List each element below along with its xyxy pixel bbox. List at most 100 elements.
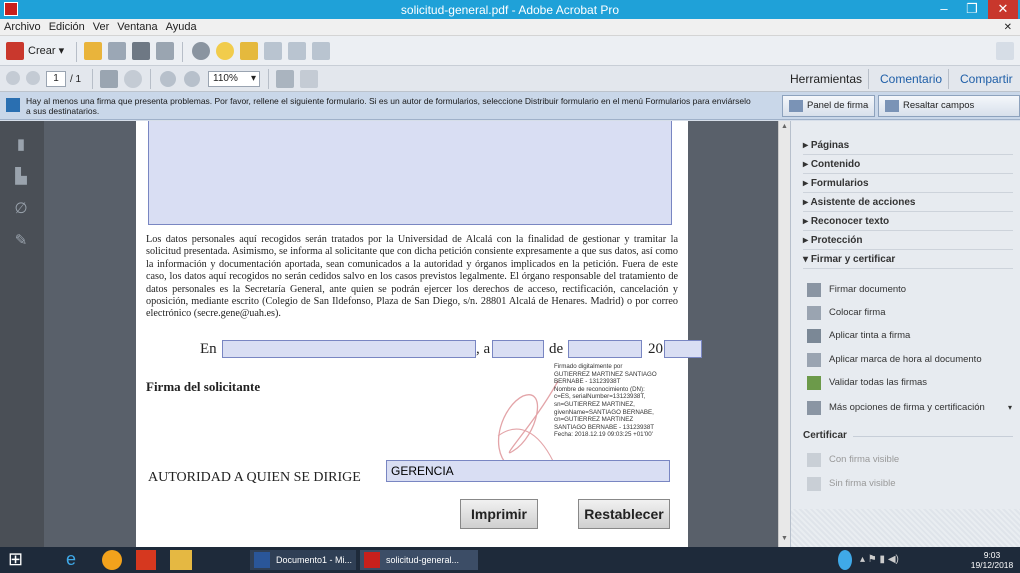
chrome-icon[interactable]	[102, 550, 122, 570]
notification-bar: Hay al menos una firma que presenta prob…	[0, 92, 1020, 131]
section-action-wizard[interactable]: ▸ Asistente de acciones	[803, 194, 1013, 212]
pen-icon	[807, 306, 821, 320]
place-signature-item[interactable]: Colocar firma	[803, 304, 1018, 322]
more-sign-options-item[interactable]: Más opciones de firma y certificación ▾	[803, 399, 1018, 417]
pdf-page: Los datos personales aquí recogidos será…	[136, 121, 702, 547]
menu-ventana[interactable]: Ventana	[113, 19, 161, 36]
timestamp-icon	[807, 353, 821, 367]
en-label: En	[200, 341, 217, 357]
more-options-icon	[807, 401, 821, 415]
reset-button[interactable]: Restablecer	[578, 499, 670, 529]
year-field[interactable]	[664, 340, 702, 358]
help-tray-icon[interactable]	[838, 550, 852, 570]
section-sign-certify[interactable]: ▾ Firmar y certificar	[803, 251, 1013, 269]
menu-close-icon[interactable]: ✕	[1000, 19, 1016, 36]
maximize-button[interactable]: ❐	[958, 0, 986, 19]
certify-visible-item[interactable]: Con firma visible	[803, 451, 1018, 469]
previous-page-icon[interactable]	[6, 71, 20, 85]
attachments-icon[interactable]: ∅	[12, 199, 30, 217]
text-area-field[interactable]	[148, 121, 672, 225]
file-explorer-icon[interactable]	[170, 550, 192, 570]
authority-field[interactable]	[386, 460, 670, 482]
select-cursor-icon[interactable]	[100, 70, 118, 88]
document-background-left	[44, 121, 136, 547]
main-toolbar: Crear ▾	[0, 36, 1020, 66]
menu-edicion[interactable]: Edición	[45, 19, 89, 36]
section-pages[interactable]: ▸ Páginas	[803, 137, 1013, 155]
document-scrollbar[interactable]: ▲ ▼	[778, 121, 790, 547]
validate-signatures-item[interactable]: Validar todas las firmas	[803, 374, 1018, 392]
certify-invisible-item[interactable]: Sin firma visible	[803, 475, 1018, 493]
document-icon-1[interactable]	[264, 42, 282, 60]
minimize-button[interactable]: –	[930, 0, 958, 19]
save-icon[interactable]	[108, 42, 126, 60]
start-button[interactable]: ⊞	[8, 550, 30, 570]
expand-icon[interactable]	[996, 42, 1014, 60]
day-field[interactable]	[492, 340, 544, 358]
document-icon-2[interactable]	[288, 42, 306, 60]
scroll-down-icon[interactable]: ▼	[781, 535, 788, 542]
section-recognize-text[interactable]: ▸ Reconocer texto	[803, 213, 1013, 231]
print-button[interactable]: Imprimir	[460, 499, 538, 529]
zoom-select[interactable]: 110% ▾	[208, 71, 260, 87]
next-page-icon[interactable]	[26, 71, 40, 85]
comment-icon[interactable]	[216, 42, 234, 60]
taskbar: ⊞ e Documento1 - Mi... solicitud-general…	[0, 547, 1020, 573]
section-forms[interactable]: ▸ Formularios	[803, 175, 1013, 193]
share-tab[interactable]: Compartir	[960, 71, 1013, 87]
tools-tab[interactable]: Herramientas	[790, 71, 862, 87]
scroll-up-icon[interactable]: ▲	[781, 123, 788, 130]
ink-signature-item[interactable]: Aplicar tinta a firma	[803, 327, 1018, 345]
panel-footer	[791, 509, 1020, 547]
fullscreen-icon[interactable]	[300, 70, 318, 88]
sign-document-item[interactable]: Firmar documento	[803, 281, 1018, 299]
certify-invisible-icon	[807, 477, 821, 491]
comment-tab[interactable]: Comentario	[880, 71, 942, 87]
document-background-right	[688, 121, 790, 547]
fit-page-icon[interactable]	[276, 70, 294, 88]
de-label: de	[549, 341, 564, 357]
word-icon	[254, 552, 270, 568]
system-tray-icons[interactable]: ▴ ⚑ ▮ ◀)	[860, 550, 930, 570]
document-icon-3[interactable]	[312, 42, 330, 60]
highlight-fields-button[interactable]: Resaltar campos existentes	[878, 95, 1020, 131]
year-prefix: 20	[648, 341, 663, 357]
clock[interactable]: 9:03 19/12/2018	[968, 550, 1016, 570]
open-folder-icon[interactable]	[84, 42, 102, 60]
a-label: , a	[476, 341, 491, 357]
signature-panel-button[interactable]: Panel de firma	[782, 95, 876, 117]
title-bar: solicitud-general.pdf - Adobe Acrobat Pr…	[0, 0, 1020, 19]
navigation-toolbar: 1 / 1 110% ▾ Herramientas Comentario Comp…	[0, 66, 1020, 92]
highlight-icon[interactable]	[240, 42, 258, 60]
menu-ayuda[interactable]: Ayuda	[162, 19, 201, 36]
validate-icon	[807, 376, 821, 390]
signatures-icon[interactable]: ✎	[12, 231, 30, 249]
tools-panel: ▸ Páginas ▸ Contenido ▸ Formularios ▸ As…	[790, 121, 1020, 547]
taskbar-word[interactable]: Documento1 - Mi...	[250, 550, 356, 570]
pages-thumbnail-icon[interactable]: ▮	[12, 135, 30, 153]
menu-ver[interactable]: Ver	[89, 19, 114, 36]
menu-archivo[interactable]: Archivo	[0, 19, 45, 36]
privacy-paragraph: Los datos personales aquí recogidos será…	[146, 234, 678, 320]
section-content[interactable]: ▸ Contenido	[803, 156, 1013, 174]
signature-label: Firma del solicitante	[146, 379, 261, 394]
settings-icon[interactable]	[192, 42, 210, 60]
zoom-in-icon[interactable]	[184, 71, 200, 87]
hand-tool-icon[interactable]	[124, 70, 142, 88]
city-field[interactable]	[222, 340, 476, 358]
zoom-out-icon[interactable]	[160, 71, 176, 87]
taskbar-acrobat[interactable]: solicitud-general...	[360, 550, 478, 570]
bookmarks-icon[interactable]: ▙	[12, 167, 30, 185]
section-protection[interactable]: ▸ Protección	[803, 232, 1013, 250]
digital-signature-block[interactable]: Firmado digitalmente por GUTIERREZ MARTI…	[554, 363, 684, 439]
timestamp-item[interactable]: Aplicar marca de hora al documento	[803, 351, 1018, 369]
internet-explorer-icon[interactable]: e	[66, 550, 88, 570]
certify-header: Certificar	[803, 430, 847, 441]
office-icon[interactable]	[136, 550, 156, 570]
email-icon[interactable]	[156, 42, 174, 60]
print-icon[interactable]	[132, 42, 150, 60]
month-field[interactable]	[568, 340, 642, 358]
close-button[interactable]: ✕	[988, 0, 1018, 19]
page-number-input[interactable]: 1	[46, 71, 66, 87]
create-button[interactable]: Crear ▾	[28, 44, 64, 57]
